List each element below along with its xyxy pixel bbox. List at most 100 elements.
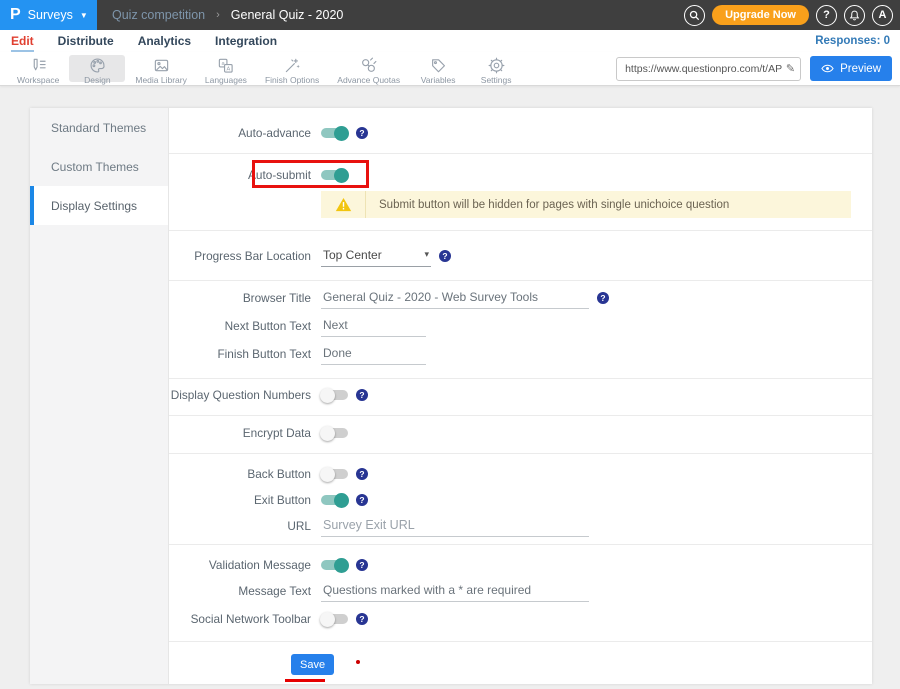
setting-row: Auto-submit: [169, 162, 872, 188]
back-button-label: Back Button: [169, 467, 311, 481]
exit-button-toggle[interactable]: [321, 495, 348, 505]
search-icon: [689, 10, 700, 21]
progress-bar-location-select[interactable]: Top Center: [321, 246, 431, 267]
media-library-icon: [153, 57, 170, 74]
surveys-menu[interactable]: P Surveys ▼: [0, 0, 97, 30]
toolbar-item-variables[interactable]: Variables: [410, 55, 466, 82]
toolbar-item-label: Workspace: [17, 75, 59, 85]
toolbar-items: Workspace Design Media LibraryaALanguages F…: [8, 52, 525, 85]
setting-row: Social Network Toolbar: [169, 606, 872, 632]
help-icon[interactable]: [356, 468, 368, 480]
toolbar-item-label: Design: [84, 75, 110, 85]
section-auto-submit: Auto-submit Submit button will be hidden…: [169, 154, 872, 231]
message-text-input[interactable]: Questions marked with a * are required: [321, 581, 589, 602]
tab-analytics[interactable]: Analytics: [138, 34, 191, 48]
preview-button[interactable]: Preview: [810, 56, 892, 81]
setting-row: Validation Message: [169, 552, 872, 578]
edit-url-icon[interactable]: [782, 62, 795, 75]
toolbar-item-settings[interactable]: Settings: [468, 55, 524, 82]
auto-advance-toggle[interactable]: [321, 128, 348, 138]
breadcrumb-folder[interactable]: Quiz competition: [112, 8, 205, 22]
section-question-numbers: Display Question Numbers: [169, 379, 872, 416]
toolbar-item-label: Finish Options: [265, 75, 319, 85]
encrypt-data-toggle[interactable]: [321, 428, 348, 438]
browser-title-input[interactable]: General Quiz - 2020 - Web Survey Tools: [321, 288, 589, 309]
warning-text: Submit button will be hidden for pages w…: [366, 199, 729, 211]
svg-text:A: A: [227, 66, 231, 72]
help-icon[interactable]: [439, 250, 451, 262]
toggle-knob: [334, 493, 349, 508]
help-icon[interactable]: [356, 127, 368, 139]
top-bar: P Surveys ▼ Quiz competition › General Q…: [0, 0, 900, 30]
auto-submit-label: Auto-submit: [169, 168, 311, 182]
help-button[interactable]: ?: [816, 5, 837, 26]
tab-distribute[interactable]: Distribute: [58, 34, 114, 48]
validation-message-toggle[interactable]: [321, 560, 348, 570]
nav-tabs: Edit Distribute Analytics Integration: [11, 34, 277, 48]
section-buttons: Back Button Exit Button URL Survey Exit …: [169, 454, 872, 545]
setting-row: Browser Title General Quiz - 2020 - Web …: [169, 285, 872, 311]
setting-row: Encrypt Data: [169, 420, 872, 446]
notifications-button[interactable]: [844, 5, 865, 26]
preview-label: Preview: [840, 63, 881, 75]
search-button[interactable]: [684, 5, 705, 26]
social-network-toolbar-toggle[interactable]: [321, 614, 348, 624]
validation-message-label: Validation Message: [169, 558, 311, 572]
toggle-knob: [320, 426, 335, 441]
survey-url-text: https://www.questionpro.com/t/APNrFZ: [625, 63, 782, 75]
toolbar-item-media-library[interactable]: Media Library: [127, 55, 195, 82]
help-icon[interactable]: [356, 613, 368, 625]
toggle-knob: [334, 126, 349, 141]
help-icon[interactable]: [356, 494, 368, 506]
help-icon[interactable]: [356, 559, 368, 571]
display-settings-card: Standard ThemesCustom ThemesDisplay Sett…: [30, 108, 872, 684]
sidebar-item-custom-themes[interactable]: Custom Themes: [30, 147, 168, 186]
toolbar-item-languages[interactable]: aALanguages: [197, 55, 255, 82]
toolbar-item-finish-options[interactable]: Finish Options: [257, 55, 327, 82]
sidebar-item-standard-themes[interactable]: Standard Themes: [30, 108, 168, 147]
help-icon[interactable]: [597, 292, 609, 304]
auto-submit-toggle[interactable]: [321, 170, 348, 180]
design-icon: [89, 57, 106, 74]
chevron-down-icon: ▼: [80, 11, 88, 20]
topbar-actions: Upgrade Now ? A: [684, 0, 893, 30]
setting-row: Message Text Questions marked with a * a…: [169, 578, 872, 604]
tab-edit[interactable]: Edit: [11, 34, 34, 48]
upgrade-now-button[interactable]: Upgrade Now: [712, 5, 809, 25]
breadcrumb-current: General Quiz - 2020: [231, 8, 344, 22]
toolbar-right: https://www.questionpro.com/t/APNrFZ Pre…: [616, 56, 892, 81]
toggle-knob: [334, 558, 349, 573]
exit-url-label: URL: [169, 519, 311, 533]
setting-row: Progress Bar Location Top Center: [169, 243, 872, 269]
setting-row: Display Question Numbers: [169, 382, 872, 408]
finish-options-icon: [284, 57, 301, 74]
social-network-toolbar-label: Social Network Toolbar: [169, 612, 311, 626]
section-progress-bar: Progress Bar Location Top Center: [169, 231, 872, 281]
avatar[interactable]: A: [872, 5, 893, 26]
variables-icon: [430, 57, 447, 74]
toolbar-item-workspace[interactable]: Workspace: [9, 55, 67, 82]
back-button-toggle[interactable]: [321, 469, 348, 479]
next-button-text-input[interactable]: Next: [321, 316, 426, 337]
toolbar-item-advance-quotas[interactable]: Advance Quotas: [329, 55, 408, 82]
setting-row: Auto-advance: [169, 120, 872, 146]
survey-url-field[interactable]: https://www.questionpro.com/t/APNrFZ: [616, 57, 801, 81]
toolbar-item-design[interactable]: Design: [69, 55, 125, 82]
setting-row: Finish Button Text Done: [169, 341, 872, 367]
advance-quotas-icon: [360, 57, 377, 74]
responses-count[interactable]: Responses: 0: [815, 35, 890, 47]
section-auto-advance: Auto-advance: [169, 108, 872, 154]
sidebar-item-display-settings[interactable]: Display Settings: [30, 186, 168, 225]
finish-button-text-input[interactable]: Done: [321, 344, 426, 365]
toggle-knob: [320, 388, 335, 403]
save-button[interactable]: Save: [291, 654, 334, 675]
themes-sidebar: Standard ThemesCustom ThemesDisplay Sett…: [30, 108, 169, 684]
selected-option: Top Center: [323, 248, 382, 262]
exit-url-input[interactable]: Survey Exit URL: [321, 516, 589, 537]
breadcrumb-separator-icon: ›: [216, 9, 220, 21]
warning-triangle-icon: [321, 197, 365, 212]
encrypt-data-label: Encrypt Data: [169, 426, 311, 440]
help-icon[interactable]: [356, 389, 368, 401]
display-question-numbers-toggle[interactable]: [321, 390, 348, 400]
tab-integration[interactable]: Integration: [215, 34, 277, 48]
